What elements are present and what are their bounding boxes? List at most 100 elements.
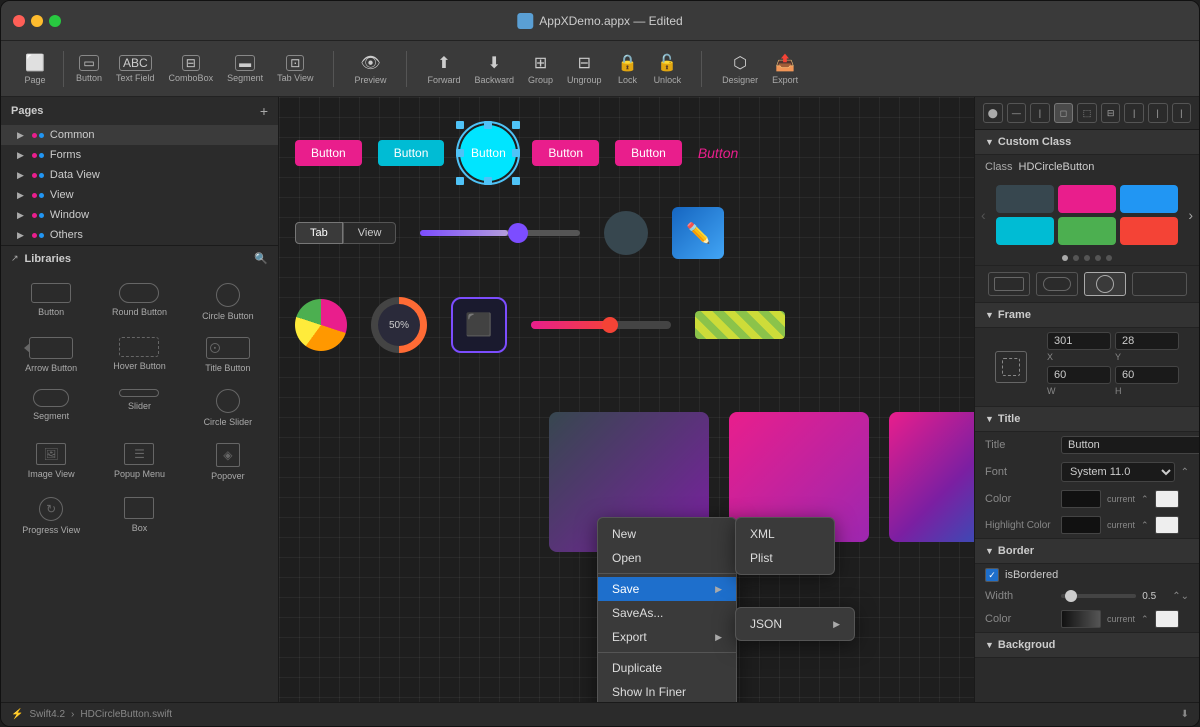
canvas-button-round-selected[interactable]: Button bbox=[460, 125, 516, 181]
rp-view-5[interactable]: | bbox=[1148, 103, 1168, 123]
tab-btn-view[interactable]: View bbox=[343, 222, 397, 244]
lib-item-title-button[interactable]: ▪ Title Button bbox=[188, 333, 268, 377]
lib-item-circle-button[interactable]: Circle Button bbox=[188, 279, 268, 325]
sidebar-item-window[interactable]: ▶ Window bbox=[1, 205, 278, 225]
canvas-bar[interactable] bbox=[531, 321, 671, 329]
color-white-box[interactable] bbox=[1155, 490, 1179, 508]
shape-oval-btn[interactable] bbox=[1036, 272, 1078, 296]
lib-item-hover-button[interactable]: Hover Button bbox=[99, 333, 179, 377]
rp-align-left[interactable]: ⬤ bbox=[983, 103, 1003, 123]
toolbar-designer[interactable]: ⬡ Designer bbox=[716, 49, 764, 89]
nav-dot-2[interactable] bbox=[1073, 255, 1079, 261]
highlight-white-box[interactable] bbox=[1155, 516, 1179, 534]
font-chevron-icon[interactable]: ⌃ bbox=[1181, 467, 1189, 478]
canvas-slider[interactable] bbox=[420, 230, 580, 236]
tab-btn-tab[interactable]: Tab bbox=[295, 222, 343, 244]
lib-item-slider[interactable]: Slider bbox=[99, 385, 179, 431]
toolbar-combobox[interactable]: ⊟ ComboBox bbox=[163, 51, 220, 87]
border-color-box[interactable] bbox=[1061, 610, 1101, 628]
ctx-save-xml[interactable]: XML bbox=[736, 522, 834, 546]
toolbar-unlock[interactable]: 🔓 Unlock bbox=[648, 49, 688, 89]
ctx-item-show-in-finder[interactable]: Show In Finer bbox=[598, 680, 736, 702]
highlight-color-box[interactable] bbox=[1061, 516, 1101, 534]
rp-align-right[interactable]: | bbox=[1030, 103, 1050, 123]
toolbar-forward[interactable]: ⬆ Forward bbox=[421, 49, 466, 89]
toolbar-backward[interactable]: ⬇ Backward bbox=[469, 49, 521, 89]
lib-item-round-button[interactable]: Round Button bbox=[99, 279, 179, 325]
sidebar-item-dataview[interactable]: ▶ Data View bbox=[1, 165, 278, 185]
canvas-area[interactable]: Button Button Button Button bbox=[279, 97, 974, 702]
search-icon[interactable]: 🔍 bbox=[254, 252, 268, 265]
lib-item-popup-menu[interactable]: ☰ Popup Menu bbox=[99, 439, 179, 485]
nav-dot-5[interactable] bbox=[1106, 255, 1112, 261]
lib-item-progress-view[interactable]: ↻ Progress View bbox=[11, 493, 91, 539]
color-swatch-green[interactable] bbox=[1058, 217, 1116, 245]
rp-view-4[interactable]: | bbox=[1124, 103, 1144, 123]
ctx-item-saveas[interactable]: SaveAs... bbox=[598, 601, 736, 625]
border-width-thumb[interactable] bbox=[1065, 590, 1077, 602]
rp-align-center[interactable]: — bbox=[1007, 103, 1027, 123]
nav-dot-3[interactable] bbox=[1084, 255, 1090, 261]
border-section-header[interactable]: ▼ Border bbox=[975, 539, 1199, 564]
toolbar-page[interactable]: ⬜ Page bbox=[17, 49, 53, 89]
ctx-export-json[interactable]: JSON ▶ bbox=[736, 612, 854, 636]
title-input[interactable] bbox=[1061, 436, 1199, 454]
nav-dot-4[interactable] bbox=[1095, 255, 1101, 261]
canvas-button-pink-1[interactable]: Button bbox=[295, 140, 362, 166]
ctx-item-export[interactable]: Export ▶ bbox=[598, 625, 736, 649]
toolbar-tabview[interactable]: ⊡ Tab View bbox=[271, 51, 319, 87]
toolbar-button[interactable]: ▭ Button bbox=[70, 51, 108, 87]
custom-class-header[interactable]: ▼ Custom Class bbox=[975, 130, 1199, 155]
color-swatch-red[interactable] bbox=[1120, 217, 1178, 245]
color-swatch-pink[interactable] bbox=[1058, 185, 1116, 213]
toolbar-preview[interactable]: 👁 Preview bbox=[348, 49, 392, 89]
ctx-item-open[interactable]: Open bbox=[598, 546, 736, 570]
toolbar-export[interactable]: 📤 Export bbox=[766, 49, 804, 89]
rp-view-2[interactable]: ⬚ bbox=[1077, 103, 1097, 123]
canvas-circle-slider[interactable] bbox=[604, 211, 648, 255]
frame-w-input[interactable] bbox=[1047, 366, 1111, 384]
color-next-icon[interactable]: › bbox=[1188, 207, 1193, 223]
frame-h-input[interactable] bbox=[1115, 366, 1179, 384]
rp-view-6[interactable]: | bbox=[1172, 103, 1192, 123]
border-width-slider[interactable] bbox=[1061, 594, 1136, 598]
sidebar-item-common[interactable]: ▶ Common bbox=[1, 125, 278, 145]
title-section-header[interactable]: ▼ Title bbox=[975, 407, 1199, 432]
ctx-item-save[interactable]: Save ▶ bbox=[598, 577, 736, 601]
ctx-item-new[interactable]: New bbox=[598, 522, 736, 546]
lib-item-popover[interactable]: ◈ Popover bbox=[188, 439, 268, 485]
shape-circle-btn[interactable] bbox=[1084, 272, 1126, 296]
ctx-save-plist[interactable]: Plist bbox=[736, 546, 834, 570]
rp-view-3[interactable]: ⊟ bbox=[1101, 103, 1121, 123]
lib-item-button[interactable]: Button bbox=[11, 279, 91, 325]
border-width-stepper[interactable]: ⌃⌄ bbox=[1172, 591, 1189, 602]
color-swatch-cyan[interactable] bbox=[996, 217, 1054, 245]
toolbar-segment[interactable]: ▬ Segment bbox=[221, 51, 269, 87]
canvas-square-button[interactable]: ⬛ bbox=[451, 297, 507, 353]
canvas-loader-ring[interactable] bbox=[295, 299, 347, 351]
canvas-button-italic[interactable]: Button bbox=[698, 145, 738, 161]
is-bordered-checkbox[interactable] bbox=[985, 568, 999, 582]
highlight-arrow-icon[interactable]: ⌃ bbox=[1141, 520, 1149, 531]
lib-item-arrow-button[interactable]: Arrow Button bbox=[11, 333, 91, 377]
toolbar-textfield[interactable]: ABC Text Field bbox=[110, 51, 161, 87]
background-section-header[interactable]: ▼ Backgroud bbox=[975, 633, 1199, 658]
toolbar-ungroup[interactable]: ⊟ Ungroup bbox=[561, 49, 608, 89]
canvas-progress-circle[interactable]: 50% bbox=[371, 297, 427, 353]
maximize-button[interactable] bbox=[49, 15, 61, 27]
lib-item-image-view[interactable]: 🖼 Image View bbox=[11, 439, 91, 485]
color-arrow-icon[interactable]: ⌃ bbox=[1141, 494, 1149, 505]
canvas-button-pink-2[interactable]: Button bbox=[532, 140, 599, 166]
nav-dot-1[interactable] bbox=[1062, 255, 1068, 261]
frame-section-header[interactable]: ▼ Frame bbox=[975, 303, 1199, 328]
font-select[interactable]: System 11.0 bbox=[1061, 462, 1175, 482]
shape-rect-btn[interactable] bbox=[988, 272, 1030, 296]
ctx-item-duplicate[interactable]: Duplicate bbox=[598, 656, 736, 680]
color-swatch-blue[interactable] bbox=[1120, 185, 1178, 213]
toolbar-lock[interactable]: 🔒 Lock bbox=[610, 49, 646, 89]
canvas-slider-thumb[interactable] bbox=[508, 223, 528, 243]
lib-item-circle-slider[interactable]: Circle Slider bbox=[188, 385, 268, 431]
toolbar-group[interactable]: ⊞ Group bbox=[522, 49, 559, 89]
lib-item-segment[interactable]: Segment bbox=[11, 385, 91, 431]
sidebar-item-others[interactable]: ▶ Others bbox=[1, 225, 278, 245]
